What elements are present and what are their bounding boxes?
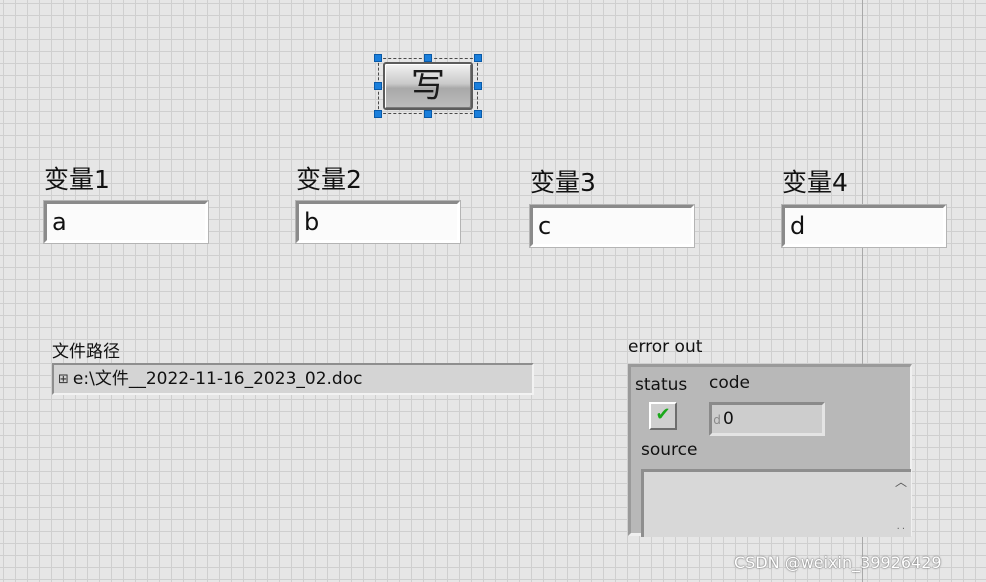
- radix-indicator[interactable]: d: [712, 406, 722, 434]
- path-browse-icon[interactable]: ⊞: [58, 366, 69, 394]
- resize-handle-top[interactable]: [424, 54, 432, 62]
- resize-handle-bottom[interactable]: [424, 110, 432, 118]
- code-field[interactable]: d0: [709, 402, 825, 436]
- resize-handle-right[interactable]: [474, 82, 482, 90]
- variable-3-label: 变量3: [530, 168, 596, 197]
- checkmark-icon: ✔: [655, 404, 671, 425]
- source-label: source: [641, 440, 698, 460]
- watermark: CSDN @weixin_39926429: [734, 553, 942, 572]
- variable-4-label: 变量4: [782, 168, 848, 197]
- variable-4-field[interactable]: d: [781, 204, 947, 248]
- status-indicator[interactable]: ✔: [649, 402, 677, 430]
- resize-handle-bottom-right[interactable]: [474, 110, 482, 118]
- file-path-label: 文件路径: [52, 342, 120, 362]
- variable-3-field[interactable]: c: [529, 204, 695, 248]
- code-value: 0: [723, 409, 734, 429]
- code-label: code: [709, 373, 750, 393]
- source-field[interactable]: ︿ ··: [641, 469, 911, 537]
- file-path-value: e:\文件__2022-11-16_2023_02.doc: [72, 369, 363, 389]
- resize-handle-top-right[interactable]: [474, 54, 482, 62]
- scroll-resize-dots-icon: ··: [896, 524, 907, 535]
- file-path-field[interactable]: ⊞ e:\文件__2022-11-16_2023_02.doc: [52, 363, 534, 395]
- error-out-label: error out: [628, 337, 703, 357]
- error-out-cluster: status code ✔ d0 source ︿ ··: [628, 364, 912, 537]
- resize-handle-bottom-left[interactable]: [374, 110, 382, 118]
- scroll-up-arrow-icon[interactable]: ︿: [895, 476, 907, 488]
- variable-2-field[interactable]: b: [295, 200, 461, 244]
- variable-1-field[interactable]: a: [43, 200, 209, 244]
- variable-2-label: 变量2: [296, 165, 362, 194]
- write-button[interactable]: 写: [383, 62, 473, 110]
- resize-handle-top-left[interactable]: [374, 54, 382, 62]
- variable-1-label: 变量1: [44, 165, 110, 194]
- resize-handle-left[interactable]: [374, 82, 382, 90]
- status-label: status: [635, 375, 688, 395]
